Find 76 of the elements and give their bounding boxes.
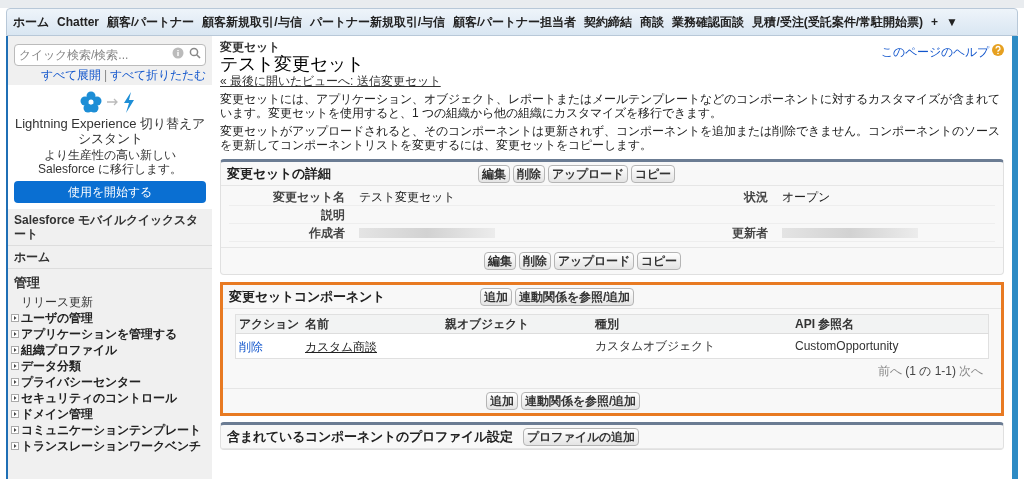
sidebar-item[interactable]: 組織プロファイル bbox=[21, 342, 117, 357]
description-text: 変更セットがアップロードされると、そのコンポーネントは更新されず、コンポーネントを追加または削除できません。コンポーネントのソースを更新してコンポーネントリストを変更するには、変更セットをコピーします。 bbox=[220, 124, 1001, 152]
field-value: オープン bbox=[782, 188, 830, 206]
column-header: 親オブジェクト bbox=[442, 314, 592, 334]
column-header: アクション bbox=[235, 314, 302, 334]
section-title: 含まれているコンポーネントのプロファイル設定 bbox=[227, 427, 514, 446]
pager-range: (1 の 1-1) bbox=[905, 363, 956, 380]
sidebar-item[interactable]: プライバシーセンター bbox=[21, 374, 141, 389]
section-title: 変更セットの詳細 bbox=[227, 164, 332, 183]
nav-tab[interactable]: 商談 bbox=[637, 13, 668, 31]
table-cell: カスタムオブジェクト bbox=[592, 333, 792, 359]
action-button[interactable]: アップロード bbox=[548, 164, 628, 183]
description-text: 変更セットには、アプリケーション、オブジェクト、レポートまたはメールテンプレートなどのコンポーネントに対するカスタマイズが含まれています。変更セットを使用すると、1 つの組織から他の組織にカスタマイズを移行できます。 bbox=[220, 92, 1001, 120]
field-label: 変更セット名 bbox=[272, 188, 346, 206]
collapse-all-link[interactable]: すべて折りたたむ bbox=[110, 68, 206, 82]
nav-tab[interactable]: + bbox=[928, 13, 942, 31]
nav-tab[interactable]: ▼ bbox=[943, 13, 961, 31]
sidebar-section[interactable]: ホーム bbox=[8, 246, 212, 269]
nav-tab[interactable]: パートナー新規取引/与信 bbox=[306, 13, 449, 31]
nav-tab[interactable]: 顧客/パートナー担当者 bbox=[450, 13, 580, 31]
sidebar-item[interactable]: ドメイン管理 bbox=[21, 406, 93, 421]
field-value: テスト変更セット bbox=[359, 188, 455, 206]
action-button[interactable]: 追加 bbox=[480, 287, 512, 306]
nav-tab[interactable]: 契約締結 bbox=[581, 13, 636, 31]
field-label: 更新者 bbox=[731, 224, 769, 242]
pager-prev: 前へ bbox=[878, 363, 903, 380]
action-button[interactable]: 削除 bbox=[519, 252, 551, 270]
sidebar-item[interactable]: データ分類 bbox=[21, 358, 81, 373]
action-button[interactable]: 削除 bbox=[513, 164, 545, 183]
field-label: 作成者 bbox=[308, 224, 346, 242]
table-cell: CustomOpportunity bbox=[792, 333, 989, 359]
pager-next: 次へ bbox=[959, 363, 983, 380]
promo-title: Lightning Experience 切り替えアシスタント bbox=[14, 116, 206, 146]
field-label: 状況 bbox=[742, 188, 769, 206]
nav-tab[interactable]: 業務確認面談 bbox=[669, 13, 748, 31]
field-label: 説明 bbox=[320, 206, 346, 224]
action-button[interactable]: アップロード bbox=[554, 252, 634, 270]
action-button[interactable]: 追加 bbox=[486, 392, 518, 410]
action-button[interactable]: 編集 bbox=[478, 164, 510, 183]
sidebar-item[interactable]: コミュニケーションテンプレート bbox=[21, 422, 201, 437]
nav-tab[interactable]: ホーム bbox=[10, 13, 52, 31]
sidebar-section[interactable]: 管理 bbox=[8, 269, 212, 294]
nav-tab[interactable]: Chatter bbox=[54, 13, 102, 31]
action-button[interactable]: プロファイルの追加 bbox=[523, 427, 639, 446]
link-separator: | bbox=[103, 68, 107, 82]
breadcrumb: 変更セット bbox=[220, 41, 281, 54]
nav-tab[interactable]: 顧客新規取引/与信 bbox=[199, 13, 305, 31]
start-button[interactable]: 使用を開始する bbox=[14, 181, 206, 203]
sidebar-section[interactable]: Salesforce モバイルクイックスタート bbox=[8, 209, 212, 246]
sidebar-item[interactable]: トランスレーションワークベンチ bbox=[21, 438, 201, 453]
promo-text: より生産性の高い新しい Salesforce に移行します。 bbox=[37, 148, 183, 176]
action-button[interactable]: 連動関係を参照/追加 bbox=[515, 287, 635, 306]
page-title: テスト変更セット bbox=[220, 54, 365, 74]
help-icon bbox=[992, 44, 1004, 56]
help-link[interactable]: このページのヘルプ bbox=[881, 43, 989, 61]
search-field[interactable]: クイック検索/検索... bbox=[14, 44, 206, 66]
sidebar-item[interactable]: アプリケーションを管理する bbox=[21, 326, 177, 341]
section-title: 変更セットコンポーネント bbox=[229, 287, 386, 306]
expand-all-link[interactable]: すべて展開 bbox=[40, 68, 101, 82]
component-link[interactable]: カスタム商談 bbox=[305, 340, 377, 354]
nav-tab[interactable]: 顧客/パートナー bbox=[104, 13, 198, 31]
sidebar-item[interactable]: ユーザの管理 bbox=[21, 310, 93, 325]
back-link[interactable]: « 最後に開いたビューへ: 送信変更セット bbox=[220, 74, 441, 88]
nav-tab[interactable]: 見積/受注(受託案件/常駐開始票) bbox=[749, 13, 927, 31]
search-icon bbox=[189, 47, 201, 59]
action-button[interactable]: 連動関係を参照/追加 bbox=[521, 392, 641, 410]
action-button[interactable]: コピー bbox=[637, 252, 681, 270]
sidebar-item[interactable]: リリース更新 bbox=[21, 294, 93, 309]
column-header: API 参照名 bbox=[792, 314, 989, 334]
column-header: 種別 bbox=[592, 314, 792, 334]
column-header: 名前 bbox=[302, 314, 442, 334]
action-button[interactable]: 編集 bbox=[484, 252, 516, 270]
sidebar-item[interactable]: セキュリティのコントロール bbox=[21, 390, 177, 405]
info-icon bbox=[172, 47, 184, 59]
delete-link[interactable]: 削除 bbox=[239, 340, 263, 354]
action-button[interactable]: コピー bbox=[631, 164, 675, 183]
